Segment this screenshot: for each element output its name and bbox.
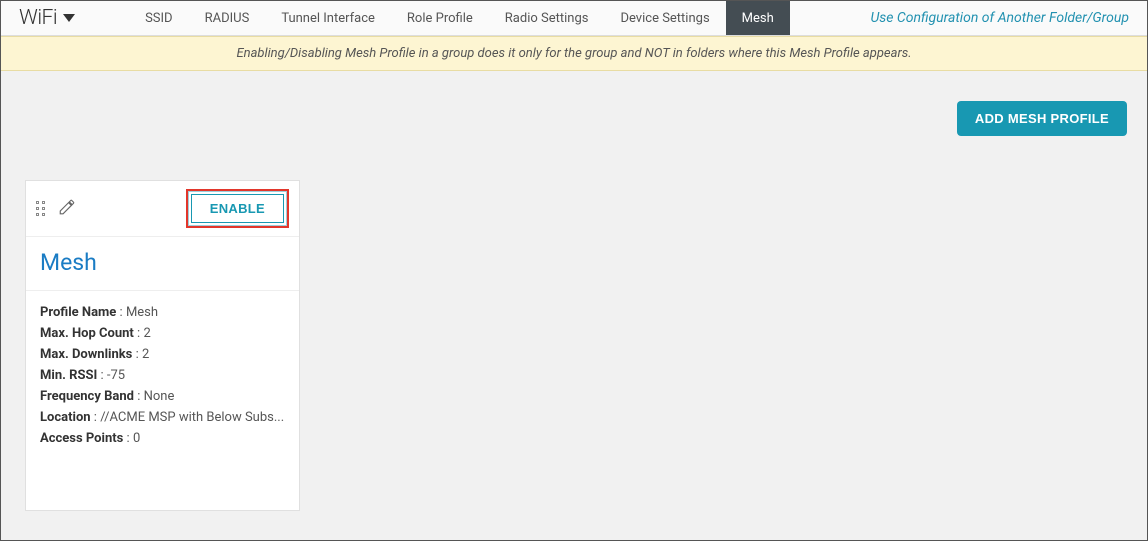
edit-icon[interactable] bbox=[58, 198, 76, 220]
caret-down-icon bbox=[63, 14, 75, 22]
brand-label: WiFi bbox=[19, 6, 57, 30]
card-header: ENABLE bbox=[26, 181, 299, 237]
enable-button[interactable]: ENABLE bbox=[191, 194, 284, 223]
info-banner: Enabling/Disabling Mesh Profile in a gro… bbox=[1, 36, 1147, 71]
prop-min-rssi: Min. RSSI : -75 bbox=[40, 368, 285, 383]
prop-frequency-band: Frequency Band : None bbox=[40, 389, 285, 404]
card-title: Mesh bbox=[40, 249, 285, 276]
tab-device-settings[interactable]: Device Settings bbox=[604, 1, 725, 35]
tab-strip: SSID RADIUS Tunnel Interface Role Profil… bbox=[129, 1, 790, 35]
tab-mesh[interactable]: Mesh bbox=[726, 1, 790, 35]
tab-radius[interactable]: RADIUS bbox=[189, 1, 266, 35]
prop-max-hop-count: Max. Hop Count : 2 bbox=[40, 326, 285, 341]
tab-radio-settings[interactable]: Radio Settings bbox=[489, 1, 605, 35]
card-body: Profile Name : Mesh Max. Hop Count : 2 M… bbox=[26, 291, 299, 510]
tab-role-profile[interactable]: Role Profile bbox=[391, 1, 489, 35]
drag-handle-icon[interactable] bbox=[36, 201, 46, 217]
action-row: ADD MESH PROFILE bbox=[1, 71, 1147, 148]
use-config-link[interactable]: Use Configuration of Another Folder/Grou… bbox=[852, 1, 1147, 35]
prop-location: Location : //ACME MSP with Below Subs... bbox=[40, 410, 285, 425]
wifi-dropdown[interactable]: WiFi bbox=[1, 1, 89, 35]
tab-tunnel-interface[interactable]: Tunnel Interface bbox=[265, 1, 391, 35]
prop-profile-name: Profile Name : Mesh bbox=[40, 305, 285, 320]
tab-ssid[interactable]: SSID bbox=[129, 1, 189, 35]
card-title-row: Mesh bbox=[26, 237, 299, 291]
prop-max-downlinks: Max. Downlinks : 2 bbox=[40, 347, 285, 362]
mesh-profile-card: ENABLE Mesh Profile Name : Mesh Max. Hop… bbox=[25, 180, 300, 511]
top-nav-bar: WiFi SSID RADIUS Tunnel Interface Role P… bbox=[1, 1, 1147, 36]
prop-access-points: Access Points : 0 bbox=[40, 431, 285, 446]
enable-highlight: ENABLE bbox=[186, 189, 289, 228]
add-mesh-profile-button[interactable]: ADD MESH PROFILE bbox=[957, 101, 1127, 136]
